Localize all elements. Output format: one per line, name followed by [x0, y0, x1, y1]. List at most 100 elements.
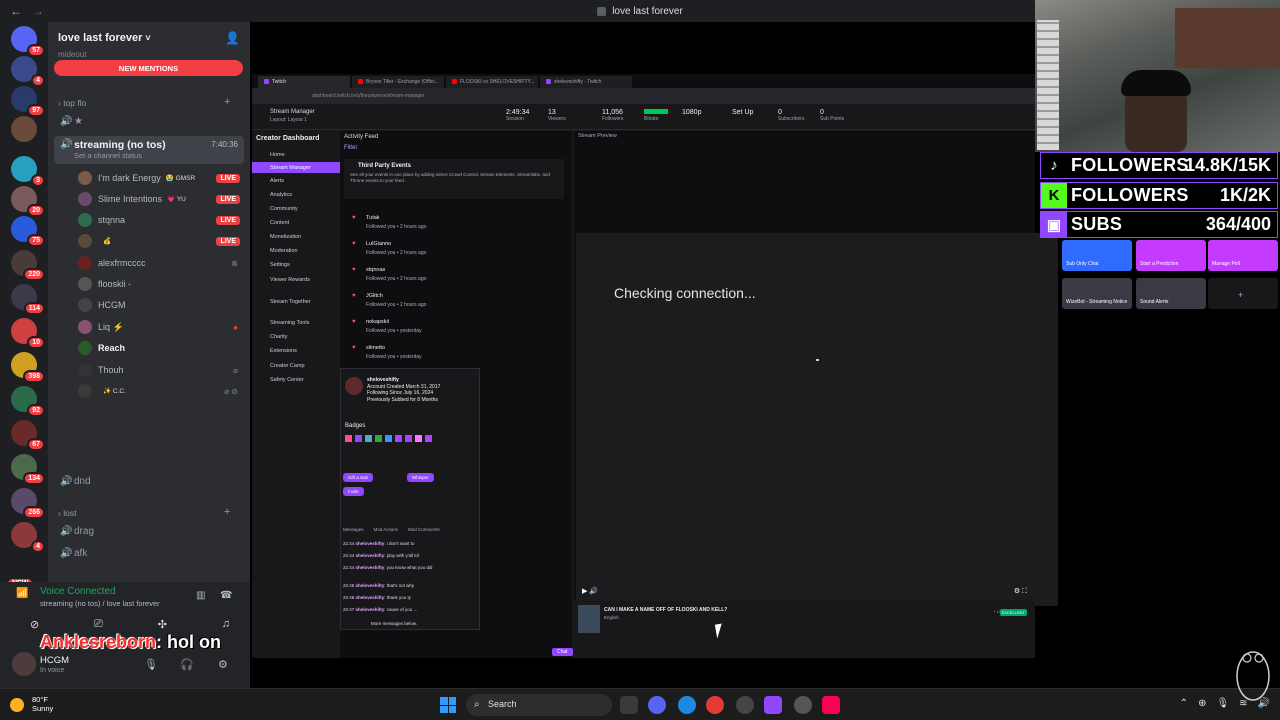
more-messages[interactable]: More messages below.: [371, 621, 417, 626]
gift-sub-button[interactable]: Gift a Sub: [343, 473, 374, 482]
voice-channel-streaming[interactable]: 🔊 streaming (no tos) 7:40:36 Set a chann…: [54, 136, 244, 164]
follow-event[interactable]: ♥ nokapskii Followed you • yesterday: [352, 319, 562, 339]
category-top-flo[interactable]: › top flo +: [58, 96, 238, 108]
follow-event[interactable]: ♥ stqnnas Followed you • 2 hours ago: [352, 267, 562, 287]
voice-member[interactable]: ✨ C.C. ⌀ ⊘: [78, 383, 240, 399]
follow-event[interactable]: ♥ LulGianno Followed you • 2 hours ago: [352, 241, 562, 261]
tiktok-live-icon[interactable]: [822, 696, 840, 714]
browser-tab[interactable]: Twitch: [258, 76, 350, 88]
server-icon[interactable]: 67: [11, 420, 45, 451]
whisper-button[interactable]: Whisper: [407, 473, 434, 482]
sidebar-item[interactable]: Alerts: [252, 175, 340, 186]
add-action-tile[interactable]: +: [1208, 278, 1278, 309]
server-icon[interactable]: 114: [11, 284, 45, 315]
voice-member[interactable]: alexfrmcccc ⊗: [78, 255, 240, 271]
windows-start-icon[interactable]: [440, 697, 456, 713]
server-icon[interactable]: 4: [11, 522, 45, 553]
sidebar-item[interactable]: Safety Center: [252, 374, 340, 385]
follow-event[interactable]: ♥ Tutak Followed you • 2 hours ago: [352, 215, 562, 235]
new-mentions-button[interactable]: NEW MENTIONS: [54, 60, 243, 76]
server-icon[interactable]: 134: [11, 454, 45, 485]
sidebar-item[interactable]: Stream Together: [252, 296, 340, 307]
voice-channel-star[interactable]: 🔊 ★: [60, 116, 240, 127]
category-lost[interactable]: › lost +: [58, 506, 238, 518]
headphones-icon[interactable]: 🎧: [180, 658, 194, 671]
voice-channel-drag[interactable]: 🔊 drag: [60, 526, 240, 537]
weather-widget[interactable]: 80°F Sunny: [10, 695, 53, 713]
url-bar[interactable]: dashboard.twitch.tv/u/theuniverse/stream…: [252, 88, 1035, 104]
server-icon[interactable]: 10: [11, 318, 45, 349]
header-layout[interactable]: Layout: Layout 1: [270, 117, 307, 123]
quick-action-tile[interactable]: Manage Poll: [1208, 240, 1278, 271]
follow-event[interactable]: ♥ slimetto Followed you • yesterday: [352, 345, 562, 365]
server-name[interactable]: love last forever ˅: [58, 32, 151, 44]
avatar[interactable]: [12, 652, 36, 676]
soundboard-icon[interactable]: ♫: [222, 618, 230, 631]
server-icon-home[interactable]: 57: [11, 26, 45, 57]
taskbar-search[interactable]: ⌕ Search: [466, 694, 612, 716]
chevron-up-icon[interactable]: ⌃: [1180, 698, 1188, 709]
server-icon[interactable]: 266: [11, 488, 45, 519]
voice-member[interactable]: Reach: [78, 340, 240, 356]
voice-channel-dnd[interactable]: 🔊 dnd: [60, 476, 240, 487]
edge-icon[interactable]: [678, 696, 696, 714]
settings-gear-icon[interactable]: ⚙: [218, 658, 228, 671]
voice-member[interactable]: flooskii -: [78, 276, 240, 292]
settings-icon[interactable]: [794, 696, 812, 714]
stream-thumbnail[interactable]: [578, 605, 600, 633]
sidebar-item[interactable]: Moderation: [252, 245, 340, 256]
server-icon[interactable]: 3: [11, 156, 45, 187]
voice-location[interactable]: streaming (no tos) / love last forever: [40, 599, 160, 608]
screen-share-icon[interactable]: ⎚: [94, 618, 103, 631]
server-icon[interactable]: 220: [11, 250, 45, 281]
chat-button[interactable]: Chat: [552, 648, 573, 656]
voice-member[interactable]: 💰 LIVE: [78, 233, 240, 249]
obs-icon[interactable]: [736, 696, 754, 714]
twitch-icon[interactable]: [764, 696, 782, 714]
tab-mod-comments[interactable]: Mod Comments: [408, 527, 440, 532]
quick-action-tile[interactable]: Start a Prediction: [1136, 240, 1206, 271]
quick-action-tile[interactable]: WizeBot - Streaming Notice: [1062, 278, 1132, 309]
stat-setup[interactable]: Set Up: [732, 109, 753, 116]
mic-icon[interactable]: 🎙: [144, 658, 158, 671]
play-icon[interactable]: ▶ 🔊: [582, 587, 598, 595]
sidebar-item[interactable]: Viewer Rewards: [252, 274, 340, 285]
video-player[interactable]: Checking connection...: [576, 233, 1058, 606]
tab-messages[interactable]: Messages: [343, 527, 364, 532]
activities-icon[interactable]: ✣: [158, 618, 167, 631]
sidebar-item[interactable]: Creator Camp: [252, 360, 340, 371]
voice-member[interactable]: Liq ⚡ ●: [78, 319, 240, 335]
sidebar-item[interactable]: Content: [252, 217, 340, 228]
sidebar-item[interactable]: Settings: [252, 259, 340, 270]
voice-member[interactable]: I'm dark Energy 😭 GMSR LIVE: [78, 170, 240, 186]
server-icon[interactable]: 97: [11, 86, 45, 117]
sidebar-item[interactable]: Extensions: [252, 345, 340, 356]
voice-member[interactable]: Thouh ⌀: [78, 362, 240, 378]
task-view-icon[interactable]: [620, 696, 638, 714]
sidebar-item[interactable]: Stream Manager: [252, 162, 340, 173]
tab-mod-actions[interactable]: Mod Actions: [374, 527, 399, 532]
server-icon[interactable]: 92: [11, 386, 45, 417]
sidebar-item[interactable]: Community: [252, 203, 340, 214]
server-icon[interactable]: 398: [11, 352, 45, 383]
add-channel-icon[interactable]: +: [224, 96, 230, 108]
camera-off-icon[interactable]: ⊘: [30, 618, 39, 631]
invite-button[interactable]: Invite: [343, 487, 364, 496]
browser-tab[interactable]: FLOOSKI vs SHELOVESHIFTY...: [446, 76, 538, 88]
forward-arrow-icon[interactable]: →: [32, 4, 44, 18]
server-icon[interactable]: 4: [11, 56, 45, 87]
add-member-icon[interactable]: 👤: [225, 31, 240, 45]
sidebar-item[interactable]: Monetization: [252, 231, 340, 242]
voice-member[interactable]: Slime Intentions 💗 YU LIVE: [78, 191, 240, 207]
channel-status[interactable]: Set a channel status: [74, 151, 142, 160]
quick-action-tile[interactable]: Sound Alerts: [1136, 278, 1206, 309]
quick-action-tile[interactable]: Sub Only Chat: [1062, 240, 1132, 271]
sidebar-item[interactable]: Charity: [252, 331, 340, 342]
server-icon[interactable]: [11, 116, 41, 144]
server-icon[interactable]: 20: [11, 186, 45, 217]
follow-event[interactable]: ♥ JGlitch Followed you • 2 hours ago: [352, 293, 562, 313]
browser-tab[interactable]: sheloveshifty - Twitch: [540, 76, 632, 88]
voice-channel-afk[interactable]: 🔊 afk: [60, 548, 240, 559]
voice-member[interactable]: stqnna LIVE: [78, 212, 240, 228]
sidebar-item[interactable]: Home: [252, 149, 340, 160]
